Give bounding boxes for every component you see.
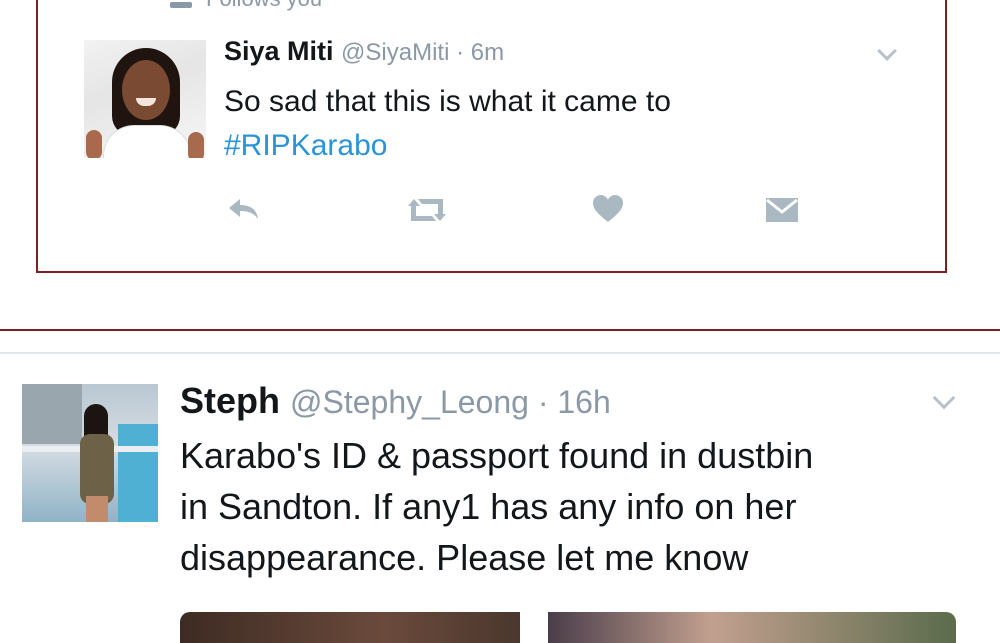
- tweet-text-line: disappearance. Please let me know: [180, 537, 749, 578]
- retweet-icon[interactable]: [404, 196, 450, 224]
- media-image[interactable]: [548, 612, 956, 643]
- author-handle[interactable]: @Stephy_Leong: [290, 384, 529, 420]
- tweet-text-line: Karabo's ID & passport found in dustbin: [180, 435, 814, 476]
- chevron-down-icon[interactable]: [932, 386, 956, 410]
- media-image[interactable]: [180, 612, 520, 643]
- tweet-text-line: in Sandton. If any1 has any info on her: [180, 486, 797, 527]
- dot-separator: ·: [449, 39, 471, 66]
- timeline-divider: [0, 352, 1000, 354]
- section-divider: [0, 329, 1000, 331]
- author-name[interactable]: Siya Miti: [224, 36, 334, 66]
- heart-icon[interactable]: [592, 194, 624, 224]
- tweet-header: Steph @Stephy_Leong · 16h: [180, 380, 611, 422]
- tweet-header: Siya Miti @SiyaMiti · 6m: [224, 36, 504, 67]
- avatar[interactable]: [84, 40, 206, 158]
- screenshot-page: Follows you Siya Miti @SiyaMiti · 6m So …: [0, 0, 1000, 643]
- tweet-text: Karabo's ID & passport found in dustbin …: [180, 430, 813, 583]
- reply-icon[interactable]: [226, 196, 260, 222]
- hashtag-link[interactable]: #RIPKarabo: [224, 124, 671, 168]
- follows-you-label: Follows you: [206, 0, 322, 12]
- person-icon: [170, 0, 192, 10]
- timestamp[interactable]: 16h: [557, 384, 610, 420]
- author-name[interactable]: Steph: [180, 380, 280, 421]
- envelope-icon[interactable]: [764, 196, 800, 224]
- avatar[interactable]: [22, 384, 158, 522]
- tweet-media[interactable]: [180, 612, 956, 643]
- timestamp[interactable]: 6m: [471, 39, 504, 66]
- dot-separator: ·: [528, 384, 558, 420]
- follows-you-context: Follows you: [170, 0, 322, 12]
- tweet-text: So sad that this is what it came to #RIP…: [224, 80, 671, 168]
- tweet-text-line: So sad that this is what it came to: [224, 85, 671, 118]
- author-handle[interactable]: @SiyaMiti: [341, 39, 449, 66]
